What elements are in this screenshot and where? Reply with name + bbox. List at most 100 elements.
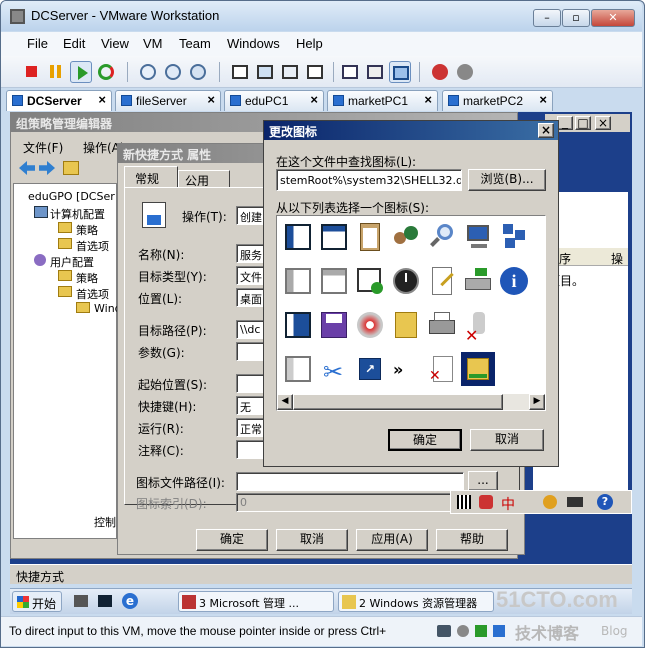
appliance-view-icon[interactable] — [364, 61, 386, 83]
location-select[interactable]: 桌面 — [236, 288, 266, 307]
suspend-icon[interactable] — [45, 61, 67, 83]
name-field[interactable]: 服务 — [236, 244, 266, 263]
tab-fileserver[interactable]: fileServer × — [115, 90, 221, 111]
tree-root[interactable]: eduGPO [DCSer — [28, 190, 115, 203]
forward-arrows-icon[interactable]: » — [389, 352, 423, 386]
tree-computer-config[interactable]: 计算机配置 — [50, 206, 105, 222]
menu-help[interactable]: Help — [296, 36, 323, 51]
power-off-icon[interactable] — [21, 61, 43, 83]
close-tab-icon[interactable]: × — [207, 92, 215, 107]
document-error-icon[interactable]: ✕ — [425, 352, 459, 386]
close-tab-icon[interactable]: × — [539, 92, 547, 107]
scroll-right-button[interactable]: ▶ — [529, 394, 545, 410]
target-path-field[interactable]: \\dc — [236, 320, 266, 339]
search-icon[interactable] — [425, 220, 459, 254]
powershell-icon[interactable] — [98, 595, 112, 607]
shortcut-arrow-icon[interactable]: ↗ — [353, 352, 387, 386]
fullscreen-icon[interactable] — [254, 61, 276, 83]
reset-icon[interactable] — [95, 61, 117, 83]
settings-icon[interactable] — [543, 495, 557, 509]
network-adapter-icon[interactable] — [437, 625, 451, 637]
change-icon-close-button[interactable]: × — [538, 123, 554, 138]
scissors-icon[interactable]: ✂ — [317, 352, 351, 386]
console-view-icon[interactable] — [389, 61, 411, 83]
close-tab-icon[interactable]: × — [310, 92, 318, 107]
run-select[interactable]: 正常 — [236, 418, 266, 437]
shortcut-key-field[interactable]: 无 — [236, 396, 266, 415]
props-cancel-button[interactable]: 取消 — [276, 529, 348, 551]
window-gray-icon[interactable] — [281, 264, 315, 298]
close-tab-icon[interactable]: × — [98, 92, 106, 107]
tree-policy-2[interactable]: 策略 — [76, 270, 98, 286]
gpm-maximize-button[interactable]: □ — [575, 116, 591, 130]
clock-icon[interactable] — [389, 264, 423, 298]
network-icon[interactable] — [497, 220, 531, 254]
window-blue-icon[interactable] — [281, 308, 315, 342]
menu-file[interactable]: File — [27, 36, 48, 51]
menu-vm[interactable]: VM — [143, 36, 163, 51]
floppy-icon[interactable] — [317, 308, 351, 342]
info-icon[interactable]: i — [497, 264, 531, 298]
server-manager-icon[interactable] — [74, 595, 88, 607]
icon-file-path-field[interactable]: stemRoot%\system32\SHELL32.dll — [276, 169, 462, 191]
menu-view[interactable]: View — [101, 36, 129, 51]
usb-icon[interactable] — [475, 625, 487, 637]
qr-icon[interactable] — [457, 495, 471, 509]
menu-edit[interactable]: Edit — [63, 36, 85, 51]
props-tab-common[interactable]: 公用 — [178, 170, 230, 188]
window-icon[interactable] — [281, 220, 315, 254]
scroll-left-button[interactable]: ◀ — [277, 394, 293, 410]
props-tab-general[interactable]: 常规 — [124, 166, 178, 188]
forward-icon[interactable] — [39, 161, 55, 175]
sidebar-icon[interactable] — [229, 61, 251, 83]
snapshot-icon[interactable] — [137, 61, 159, 83]
delete-user-icon[interactable]: ✕ — [461, 308, 495, 345]
ime-icon[interactable] — [479, 495, 493, 509]
tree-prefs-1[interactable]: 首选项 — [76, 238, 109, 254]
tab-dcserver[interactable]: DCServer × — [6, 90, 112, 111]
props-help-button[interactable]: 帮助 — [436, 529, 508, 551]
cd-icon[interactable] — [353, 308, 387, 342]
dialog-browse-button[interactable]: 浏览(B)... — [468, 169, 546, 191]
record-icon[interactable] — [429, 61, 451, 83]
start-button[interactable]: 开始 — [12, 591, 62, 612]
column-action[interactable]: 操 — [611, 250, 623, 267]
menu-windows[interactable]: Windows — [227, 36, 280, 51]
icon-list[interactable]: i ✕ ✂ ↗ » ✕ ◀ ▶ — [276, 215, 546, 411]
keyboard-icon[interactable] — [567, 497, 583, 507]
dialog-cancel-button[interactable]: 取消 — [470, 429, 544, 451]
arguments-field[interactable] — [236, 342, 266, 361]
drive-check-icon[interactable] — [461, 264, 495, 298]
quick-switch-icon[interactable] — [279, 61, 301, 83]
tree-user-config[interactable]: 用户配置 — [50, 254, 94, 270]
tab-marketpc2[interactable]: marketPC2 × — [442, 90, 553, 111]
start-in-field[interactable] — [236, 374, 266, 393]
unity-icon[interactable] — [304, 61, 326, 83]
close-tab-icon[interactable]: × — [424, 92, 432, 107]
action-select[interactable]: 创建 — [236, 206, 266, 225]
comment-field[interactable] — [236, 440, 266, 459]
minimize-button[interactable]: – — [533, 9, 561, 27]
tree-policy-1[interactable]: 策略 — [76, 222, 98, 238]
gpm-close-button[interactable]: × — [595, 116, 611, 130]
window-gray-layout-icon[interactable] — [317, 264, 351, 298]
tree-prefs-2[interactable]: 首选项 — [76, 286, 109, 302]
dialog-ok-button[interactable]: 确定 — [388, 429, 462, 451]
shared-folder-icon[interactable] — [461, 352, 495, 386]
revert-snapshot-icon[interactable] — [162, 61, 184, 83]
maximize-button[interactable]: ▫ — [562, 9, 590, 27]
cd-drive-icon[interactable] — [457, 625, 469, 637]
folder-open-icon[interactable] — [389, 308, 423, 342]
window-plain-icon[interactable] — [281, 352, 315, 386]
tree-control[interactable]: 控制 — [94, 514, 116, 530]
sound-icon[interactable] — [493, 625, 505, 637]
taskbar-item-explorer[interactable]: 2 Windows 资源管理器 — [338, 591, 494, 612]
icon-path-field[interactable] — [236, 472, 464, 491]
up-folder-icon[interactable] — [63, 161, 79, 175]
help-icon[interactable]: ? — [597, 494, 613, 510]
back-icon[interactable] — [19, 161, 35, 175]
run-program-icon[interactable] — [353, 264, 387, 298]
props-ok-button[interactable]: 确定 — [196, 529, 268, 551]
users-icon[interactable] — [389, 220, 423, 254]
ie-icon[interactable]: e — [122, 593, 138, 609]
